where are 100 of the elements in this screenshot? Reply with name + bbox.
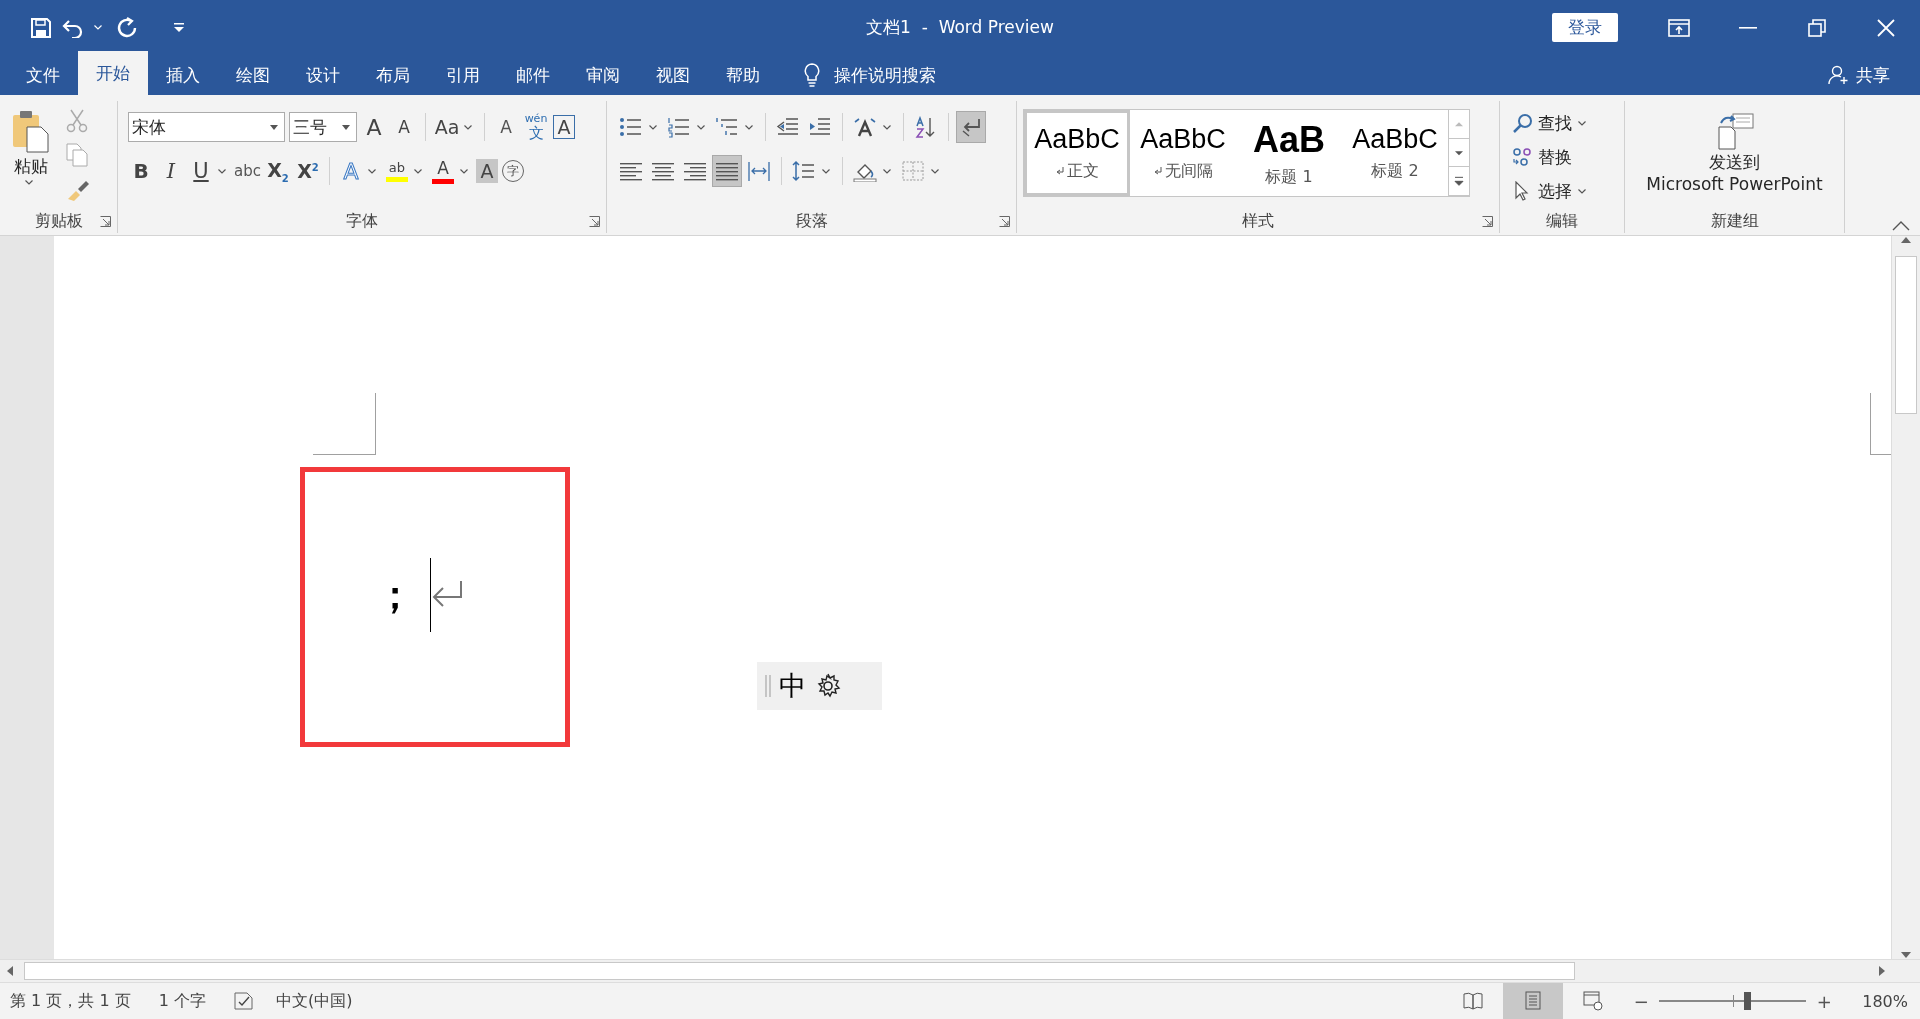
caret-icon[interactable] [1578,188,1586,194]
asian-layout-icon[interactable] [853,116,877,138]
font-name-field[interactable]: 宋体 [128,112,285,142]
margin-corner-mark [313,393,376,455]
character-shading-button[interactable]: A [475,159,498,183]
style-option[interactable]: AaB 标题 1 [1236,110,1342,196]
ribbon-display-icon[interactable] [1667,18,1690,37]
caret-icon[interactable] [459,168,468,174]
caret-icon[interactable] [1578,120,1586,126]
dialog-launcher-icon[interactable] [589,215,600,227]
ribbon-tab[interactable]: 开始 [78,51,148,95]
caret-icon[interactable] [367,168,376,174]
horizontal-scrollbar[interactable] [0,959,1920,982]
word-count[interactable]: 1 个字 [158,990,206,1012]
save-icon[interactable] [30,16,52,39]
zoom-level[interactable]: 180% [1862,991,1908,1011]
ribbon-tab[interactable]: 插入 [148,55,218,95]
ribbon-tab[interactable]: 布局 [358,55,428,95]
ribbon-tab[interactable]: 邮件 [498,55,568,95]
zoom-out-button[interactable]: − [1629,990,1654,1012]
subscript-button[interactable]: X$_{2}$ [264,156,291,186]
lightbulb-icon [804,63,820,87]
sign-in-button[interactable]: 登录 [1552,13,1618,42]
replace-button[interactable]: 替换 [1512,143,1590,171]
line-spacing-icon[interactable] [792,160,816,182]
character-border-button[interactable]: A [553,115,575,139]
minimize-icon[interactable] [1738,26,1757,29]
ribbon-tab[interactable]: 绘图 [218,55,288,95]
customize-caret-icon[interactable] [174,23,184,32]
change-case-button[interactable]: Aa [434,112,460,142]
undo-icon[interactable] [62,17,84,38]
restore-icon[interactable] [1807,18,1826,37]
proofing-icon[interactable] [233,992,254,1010]
caret-icon[interactable] [464,124,472,130]
tell-me-search[interactable]: 操作说明搜索 [804,55,936,95]
decrease-indent-icon[interactable] [776,116,800,138]
paragraph-mark-icon [1055,167,1064,176]
dialog-launcher-icon[interactable] [100,215,111,227]
style-option[interactable]: AaBbC 正文 [1024,110,1130,196]
share-button[interactable]: 共享 [1828,55,1890,95]
font-size-field[interactable]: 三号 [289,112,357,142]
scrollbar-thumb[interactable] [24,962,1575,980]
caret-icon[interactable] [25,180,33,185]
caret-icon[interactable] [218,168,226,174]
caret-icon[interactable] [931,168,939,174]
ribbon-tab[interactable]: 帮助 [708,55,778,95]
phonetic-guide-button[interactable]: wén 文 [523,112,549,142]
numbering-icon[interactable] [667,116,691,138]
dialog-launcher-icon[interactable] [999,215,1010,227]
align-right-icon [683,160,707,182]
zoom-in-button[interactable]: + [1812,990,1837,1012]
page-count[interactable]: 第 1 页，共 1 页 [10,990,131,1012]
bold-button[interactable]: B [128,156,154,186]
grip-icon[interactable] [765,674,771,698]
collapse-ribbon-icon[interactable] [1892,221,1910,231]
ribbon-tab[interactable]: 文件 [8,55,78,95]
show-marks-button[interactable] [957,112,985,142]
font-color-button[interactable]: A [429,156,456,186]
dialog-launcher-icon[interactable] [1482,215,1493,227]
bullets-icon[interactable] [619,116,643,138]
highlight-button[interactable]: ab [383,156,410,186]
alignment-button[interactable] [713,156,741,186]
vertical-scrollbar[interactable] [1891,236,1920,959]
italic-button[interactable]: I [158,156,184,186]
caret-icon[interactable] [697,124,705,130]
dropdown-arrow-icon[interactable] [342,124,350,130]
caret-icon[interactable] [745,124,753,130]
find-button[interactable]: 查找 [1512,109,1590,137]
read-mode-icon [1463,991,1484,1011]
redo-icon[interactable] [116,16,138,39]
ribbon-tab[interactable]: 设计 [288,55,358,95]
grow-font-button[interactable]: A [361,112,387,142]
dropdown-arrow-icon[interactable] [270,124,278,130]
superscript-button[interactable]: X$^{2}$ [294,156,321,186]
slider-thumb[interactable] [1744,992,1752,1010]
close-icon[interactable] [1876,18,1895,37]
underline-button[interactable]: U [188,156,214,186]
style-option[interactable]: AaBbC 标题 2 [1342,110,1448,196]
ribbon-tab[interactable]: 审阅 [568,55,638,95]
scrollbar-thumb[interactable] [1895,256,1917,414]
increase-indent-icon[interactable] [808,116,832,138]
send-to-powerpoint-button[interactable]: 发送到 Microsoft PowerPoint [1646,107,1823,209]
caret-icon[interactable] [649,124,657,130]
style-option[interactable]: AaBbC 无间隔 [1130,110,1236,196]
group-label: 字体 [346,210,378,232]
caret-icon[interactable] [822,168,830,174]
clear-formatting-button[interactable]: A [493,112,519,142]
ribbon-tab[interactable]: 视图 [638,55,708,95]
input-mode-button[interactable]: 中 [779,668,806,704]
multilevel-list-icon[interactable] [715,116,739,138]
paste-button[interactable]: 粘贴 [6,107,56,209]
ribbon-tab[interactable]: 引用 [428,55,498,95]
shrink-font-button[interactable]: A [391,112,417,142]
strikethrough-button[interactable]: abc [234,156,261,186]
caret-icon[interactable] [883,168,891,174]
align-left-icon [619,160,643,182]
caret-icon[interactable] [883,124,891,130]
language[interactable]: 中文(中国) [275,990,353,1012]
caret-icon[interactable] [413,168,422,174]
select-button[interactable]: 选择 [1512,177,1590,205]
